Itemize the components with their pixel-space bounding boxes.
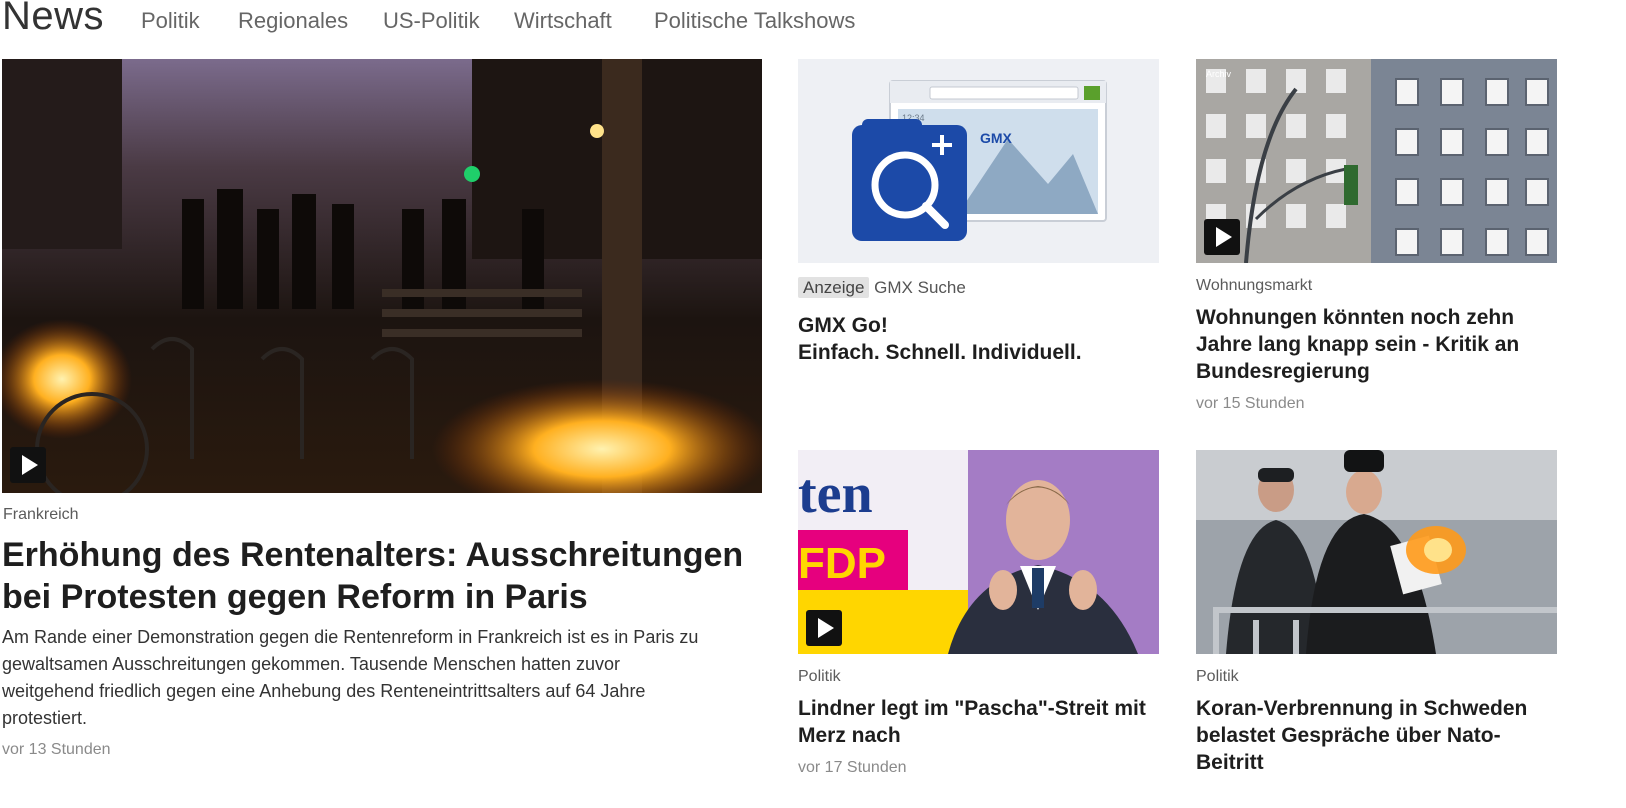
section-title[interactable]: News <box>2 0 104 39</box>
book-burning-photo <box>1196 450 1557 654</box>
play-video-button[interactable] <box>1204 219 1240 255</box>
lead-teaser-line-1: Am Rande einer Demonstration gegen die R… <box>2 627 699 647</box>
nav-link-politische-talkshows[interactable]: Politische Talkshows <box>654 8 855 34</box>
nav-link-wirtschaft[interactable]: Wirtschaft <box>514 8 612 34</box>
koran-headline-line-2[interactable]: belastet Gespräche über Nato- <box>1196 722 1527 749</box>
housing-headline-line-2[interactable]: Jahre lang knapp sein - Kritik an <box>1196 331 1519 358</box>
koran-headline[interactable]: Koran-Verbrennung in Schweden belastet G… <box>1196 695 1527 776</box>
play-video-button[interactable] <box>10 447 46 483</box>
ad-title-line-1[interactable]: GMX Go! <box>798 312 1082 339</box>
lindner-headline-line-1[interactable]: Lindner legt im "Pascha"-Streit mit <box>798 695 1146 722</box>
koran-headline-line-3[interactable]: Beitritt <box>1196 749 1527 776</box>
lindner-headline[interactable]: Lindner legt im "Pascha"-Streit mit Merz… <box>798 695 1146 749</box>
top-navigation: News Politik Regionales US-Politik Wirts… <box>0 0 1626 50</box>
nav-link-politik[interactable]: Politik <box>141 8 200 34</box>
gmx-go-illustration: GMX 12:34 <box>852 80 1107 241</box>
image-corner-label: Archiv <box>1206 69 1232 79</box>
ad-image[interactable]: GMX 12:34 <box>798 59 1159 263</box>
play-video-button[interactable] <box>806 610 842 646</box>
ad-title[interactable]: GMX Go! Einfach. Schnell. Individuell. <box>798 312 1082 366</box>
housing-article-image[interactable]: Archiv <box>1196 59 1557 263</box>
koran-kicker: Politik <box>1196 668 1239 685</box>
apartment-building-photo: Archiv <box>1196 59 1557 263</box>
lead-teaser-line-2: gewaltsamen Ausschreitungen gekommen. Ta… <box>2 654 621 674</box>
lindner-kicker: Politik <box>798 668 841 685</box>
koran-headline-line-1[interactable]: Koran-Verbrennung in Schweden <box>1196 695 1527 722</box>
koran-article-image[interactable] <box>1196 450 1557 654</box>
housing-timestamp: vor 15 Stunden <box>1196 395 1305 412</box>
lindner-headline-line-2[interactable]: Merz nach <box>798 722 1146 749</box>
nav-link-regionales[interactable]: Regionales <box>238 8 348 34</box>
lead-headline-line-1[interactable]: Erhöhung des Rentenalters: Ausschreitung… <box>2 534 743 576</box>
politician-speech-photo: ten FDP <box>798 450 1159 654</box>
ad-title-line-2[interactable]: Einfach. Schnell. Individuell. <box>798 339 1082 366</box>
nav-link-us-politik[interactable]: US-Politik <box>383 8 480 34</box>
lead-headline[interactable]: Erhöhung des Rentenalters: Ausschreitung… <box>2 534 743 618</box>
lead-teaser: Am Rande einer Demonstration gegen die R… <box>2 624 772 732</box>
sign-text-bottom: FDP <box>798 539 886 588</box>
lead-teaser-line-4: protestiert. <box>2 708 88 728</box>
lindner-article-image[interactable]: ten FDP <box>798 450 1159 654</box>
lead-timestamp: vor 13 Stunden <box>2 741 111 758</box>
lead-article-image[interactable] <box>2 59 762 493</box>
lindner-timestamp: vor 17 Stunden <box>798 759 907 776</box>
lead-headline-line-2[interactable]: bei Protesten gegen Reform in Paris <box>2 576 743 618</box>
housing-headline-line-1[interactable]: Wohnungen könnten noch zehn <box>1196 304 1519 331</box>
ad-label-row: Anzeige GMX Suche <box>798 277 966 298</box>
protest-fire-photo <box>2 59 762 493</box>
gmx-logo-text: GMX <box>980 130 1013 146</box>
lead-kicker: Frankreich <box>3 506 79 523</box>
ad-badge: Anzeige <box>798 277 870 298</box>
housing-headline[interactable]: Wohnungen könnten noch zehn Jahre lang k… <box>1196 304 1519 385</box>
housing-kicker: Wohnungsmarkt <box>1196 277 1313 294</box>
ad-source: GMX Suche <box>874 278 966 297</box>
lead-teaser-line-3: weitgehend friedlich gegen eine Anhebung… <box>2 681 646 701</box>
housing-headline-line-3[interactable]: Bundesregierung <box>1196 358 1519 385</box>
sign-text-top: ten <box>798 463 873 525</box>
